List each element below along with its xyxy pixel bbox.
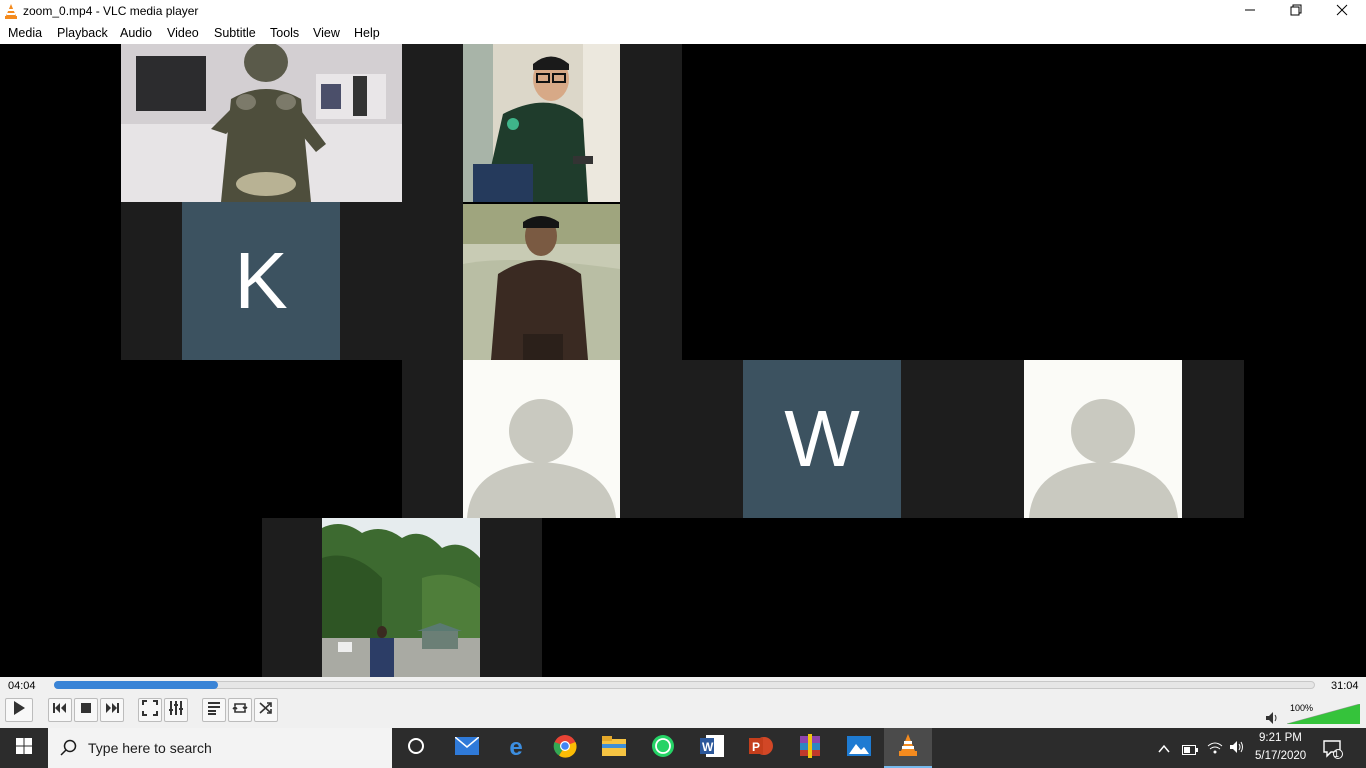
participant-initial-w: W [743,360,901,518]
menu-playback[interactable]: Playback [57,26,108,40]
folder-icon [602,735,626,761]
mail-icon [454,735,480,760]
close-button[interactable] [1319,0,1365,23]
task-view-icon [407,737,425,760]
video-tile-glasses-man [463,44,620,202]
video-tile-gap [901,360,1024,518]
participant-avatar-placeholder [1024,360,1182,518]
stop-button[interactable] [74,698,98,722]
mail-app-button[interactable] [452,733,482,763]
menu-view[interactable]: View [313,26,340,40]
previous-button[interactable] [48,698,72,722]
video-tile-gap [620,44,682,360]
stop-icon [78,700,94,721]
chevron-up-icon[interactable] [1158,741,1170,759]
menu-help[interactable]: Help [354,26,380,40]
equalizer-icon [168,700,184,721]
video-tile-lake-man [463,204,620,360]
video-tile-gap [402,44,463,202]
chrome-icon [553,734,577,763]
menu-media[interactable]: Media [8,26,42,40]
playlist-icon [206,700,222,721]
close-icon [1336,3,1348,21]
whatsapp-button[interactable] [648,733,678,763]
random-button[interactable] [254,698,278,722]
user-silhouette-icon [1029,399,1178,518]
shuffle-icon [258,700,274,721]
powerpoint-icon: P [749,735,773,762]
elapsed-time: 04:04 [8,680,36,692]
tray-time[interactable]: 9:21 PM [1259,732,1302,744]
video-tile-gap [620,360,743,518]
photos-button[interactable] [844,733,874,763]
total-time: 31:04 [1331,680,1359,692]
skip-next-icon [104,700,120,721]
window-title: zoom_0.mp4 - VLC media player [23,4,199,18]
notification-count: 1 [1334,749,1340,759]
notification-center-icon[interactable] [1323,739,1343,764]
winrar-icon [798,733,822,763]
participant-initial-k: K [182,202,340,360]
restore-button[interactable] [1273,0,1319,23]
menu-subtitle[interactable]: Subtitle [214,26,256,40]
video-tile-gap [1182,360,1244,518]
vlc-cone-icon [4,4,18,19]
search-icon [60,739,78,762]
user-silhouette-icon [467,399,616,518]
powerpoint-button[interactable]: P [746,733,776,763]
video-area[interactable]: K W [0,44,1366,677]
word-icon: W [700,734,724,762]
tray-date[interactable]: 5/17/2020 [1255,750,1306,762]
participant-avatar-placeholder [463,360,620,518]
battery-icon[interactable] [1182,742,1198,760]
winrar-button[interactable] [795,733,825,763]
menu-bar: Media Playback Audio Video Subtitle Tool… [0,23,1366,44]
svg-text:P: P [752,740,760,754]
fullscreen-button[interactable] [138,698,162,722]
chrome-app-button[interactable] [550,733,580,763]
video-tile-gap [121,202,182,360]
play-icon [11,700,27,721]
wifi-icon[interactable] [1207,741,1223,759]
video-tile-camouflage [121,44,402,202]
edge-app-button[interactable]: e [501,733,531,763]
windows-logo-icon [16,737,32,759]
minimize-icon [1244,3,1256,21]
edge-icon: e [509,734,523,761]
seek-bar[interactable] [54,681,1315,689]
video-tile-gap [262,518,322,677]
video-tile-gap [340,202,463,360]
title-bar: zoom_0.mp4 - VLC media player [0,0,1366,23]
playlist-button[interactable] [202,698,226,722]
loop-button[interactable] [228,698,252,722]
skip-previous-icon [52,700,68,721]
extended-settings-button[interactable] [164,698,188,722]
start-button[interactable] [0,728,48,768]
seek-bar-progress [54,681,218,689]
minimize-button[interactable] [1227,0,1273,23]
task-view-button[interactable] [401,733,431,763]
restore-icon [1290,3,1302,21]
vlc-taskbar-button[interactable] [884,728,932,768]
loop-icon [232,700,248,721]
next-button[interactable] [100,698,124,722]
fullscreen-icon [142,699,158,721]
video-tile-gap [480,518,542,677]
menu-audio[interactable]: Audio [120,26,152,40]
search-placeholder: Type here to search [88,740,212,756]
volume-slider[interactable] [1286,703,1361,725]
vlc-cone-icon [898,733,918,761]
taskbar-search[interactable]: Type here to search [48,728,392,768]
photos-icon [847,735,871,761]
menu-tools[interactable]: Tools [270,26,299,40]
video-tile-forest [322,518,480,677]
word-button[interactable]: W [697,733,727,763]
file-explorer-button[interactable] [599,733,629,763]
menu-video[interactable]: Video [167,26,199,40]
volume-tray-icon[interactable] [1229,740,1245,759]
svg-text:W: W [702,740,714,754]
play-button[interactable] [5,698,33,722]
video-tile-gap [402,360,463,518]
whatsapp-icon [651,734,675,763]
